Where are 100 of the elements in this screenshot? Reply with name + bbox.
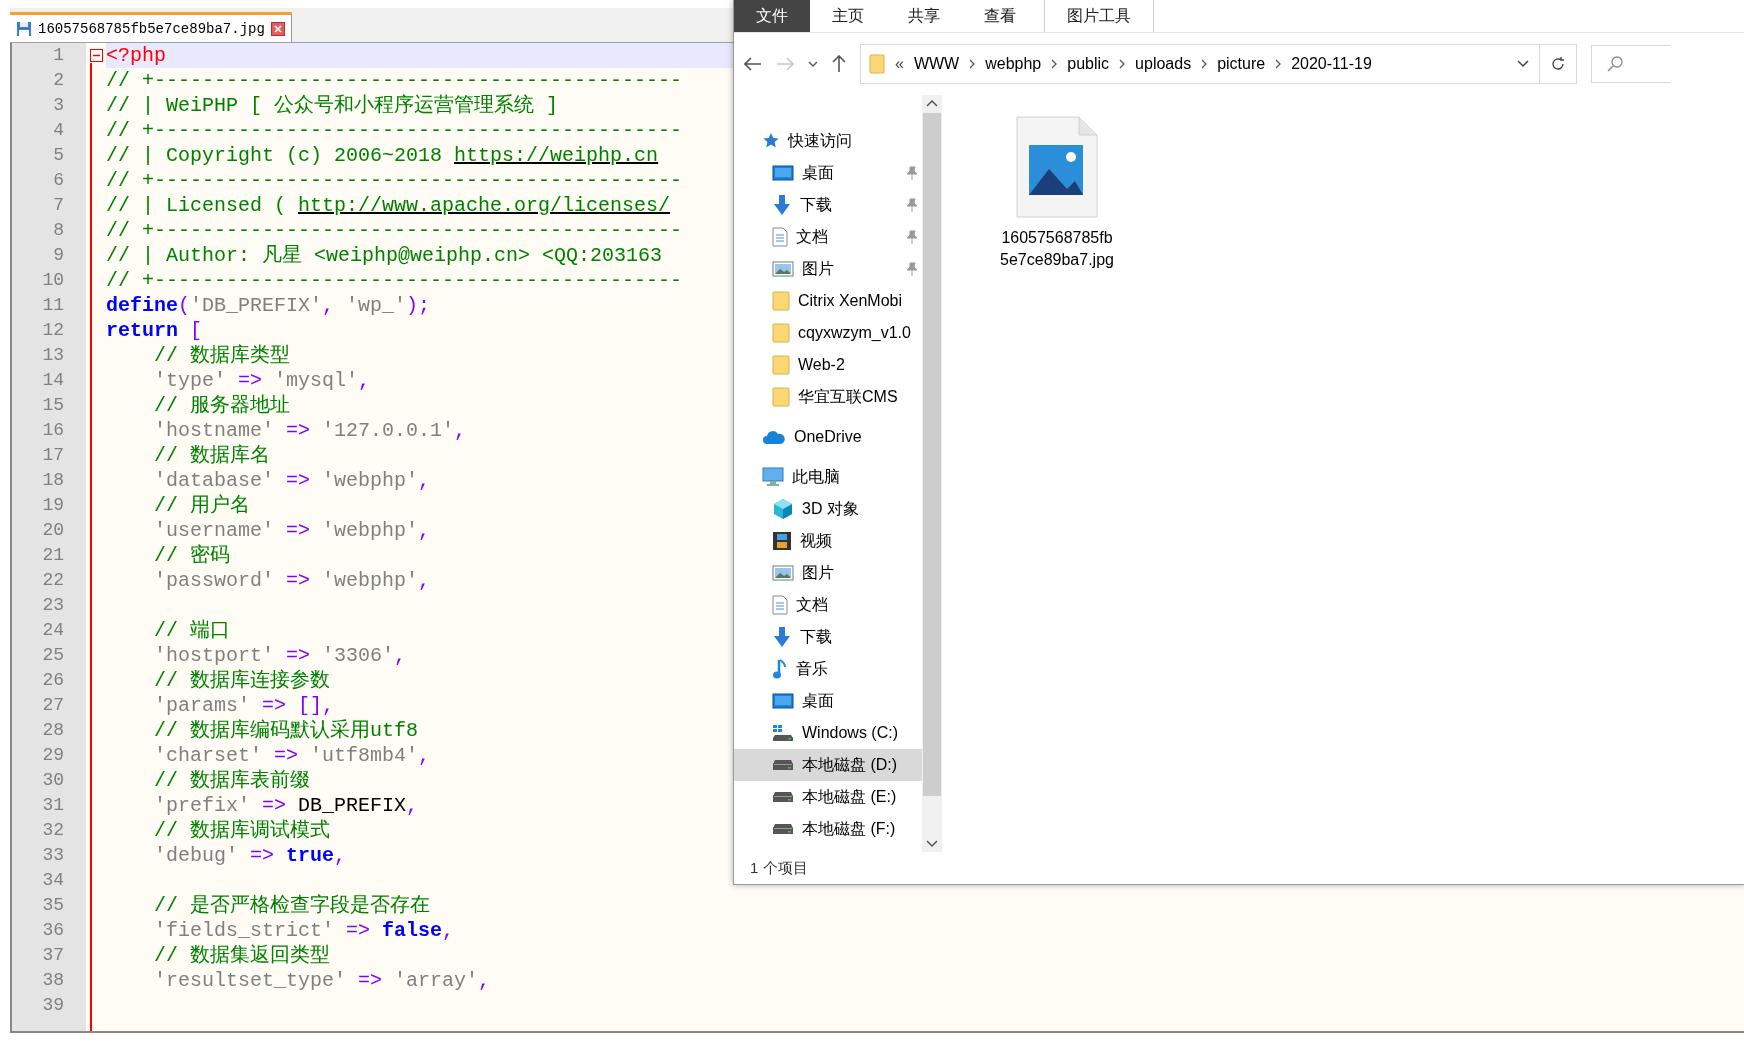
monitor-icon xyxy=(772,164,794,182)
chevron-right-icon[interactable] xyxy=(969,59,976,69)
nav-item[interactable]: 视频 xyxy=(734,525,922,557)
line-number: 37 xyxy=(41,944,65,967)
film-icon xyxy=(772,531,792,551)
scroll-down-icon[interactable] xyxy=(926,840,938,848)
line-number: 16 xyxy=(41,419,65,442)
close-icon[interactable] xyxy=(270,21,285,36)
line-number: 8 xyxy=(52,219,65,242)
chevron-right-icon[interactable] xyxy=(1275,59,1282,69)
line-number: 34 xyxy=(41,869,65,892)
nav-item[interactable]: 快速访问 xyxy=(734,125,922,157)
folder-icon xyxy=(869,54,885,74)
code-line: // 数据集返回类型 xyxy=(153,943,330,968)
picture-icon xyxy=(772,260,794,278)
code-line: // +-------------------------------------------- xyxy=(106,268,683,293)
overflow-chevrons[interactable]: « xyxy=(895,55,904,73)
nav-item[interactable]: 3D 对象 xyxy=(734,493,922,525)
search-icon[interactable] xyxy=(1606,55,1624,73)
code-line: 'debug' => true, xyxy=(153,843,347,868)
nav-item[interactable]: Citrix XenMobi xyxy=(734,285,922,317)
nav-item[interactable]: 音乐 xyxy=(734,653,922,685)
breadcrumb[interactable]: picture xyxy=(1217,55,1266,73)
nav-item[interactable]: 文档 xyxy=(734,221,922,253)
scrollbar[interactable] xyxy=(922,95,942,852)
refresh-icon[interactable] xyxy=(1550,56,1566,72)
line-number: 23 xyxy=(41,594,65,617)
line-number: 21 xyxy=(41,544,65,567)
ribbon-tab[interactable]: 文件 xyxy=(734,0,810,32)
address-bar[interactable]: « WWW webphp public uploads picture 2020-11-19 xyxy=(860,44,1540,84)
search-field[interactable] xyxy=(1591,45,1671,83)
nav-item[interactable]: 此电脑 xyxy=(734,461,922,493)
nav-item[interactable]: 图片 xyxy=(734,557,922,589)
image-file-icon[interactable] xyxy=(1015,115,1099,219)
code-line: // 服务器地址 xyxy=(153,393,290,418)
file-tab[interactable]: 16057568785fb5e7ce89ba7.jpg xyxy=(10,12,292,42)
nav-item[interactable]: 本地磁盘 (D:) xyxy=(734,749,922,781)
nav-item[interactable]: 下载 xyxy=(734,621,922,653)
line-number: 17 xyxy=(41,444,65,467)
breadcrumb[interactable]: uploads xyxy=(1135,55,1192,73)
line-number: 24 xyxy=(41,619,65,642)
line-number: 33 xyxy=(41,844,65,867)
nav-item[interactable]: 本地磁盘 (F:) xyxy=(734,813,922,845)
code-line: // 数据库表前缀 xyxy=(153,768,310,793)
nav-item[interactable]: 文档 xyxy=(734,589,922,621)
up-arrow-icon[interactable] xyxy=(832,55,846,73)
line-number: 12 xyxy=(41,319,65,342)
chevron-right-icon[interactable] xyxy=(1201,59,1208,69)
chevron-right-icon[interactable] xyxy=(1119,59,1126,69)
file-name[interactable]: 16057568785fb 5e7ce89ba7.jpg xyxy=(1000,227,1114,271)
computer-icon xyxy=(762,467,784,487)
nav-item[interactable]: 图片 xyxy=(734,253,922,285)
line-number: 18 xyxy=(41,469,65,492)
chevron-right-icon[interactable] xyxy=(1051,59,1058,69)
code-line: // +-------------------------------------------- xyxy=(106,218,683,243)
nav-item[interactable]: 桌面 xyxy=(734,685,922,717)
nav-item[interactable]: 本地磁盘 (E:) xyxy=(734,781,922,813)
line-number: 38 xyxy=(41,969,65,992)
code-line: // | Author: 凡星 <weiphp@weiphp.cn> <QQ:203163 xyxy=(106,243,663,268)
chevron-down-icon[interactable] xyxy=(808,61,818,67)
breadcrumb[interactable]: webphp xyxy=(985,55,1042,73)
ribbon-tab[interactable]: 共享 xyxy=(886,0,962,32)
drive-icon xyxy=(772,823,794,835)
fold-minus-icon[interactable] xyxy=(89,49,103,62)
line-number: 28 xyxy=(41,719,65,742)
download-arrow-icon xyxy=(772,626,792,648)
breadcrumb[interactable]: public xyxy=(1067,55,1110,73)
breadcrumb[interactable]: WWW xyxy=(913,55,960,73)
nav-item[interactable]: 桌面 xyxy=(734,157,922,189)
code-line: // +-------------------------------------------- xyxy=(106,68,683,93)
refresh-button[interactable] xyxy=(1540,44,1577,84)
code-line: 'hostname' => '127.0.0.1', xyxy=(153,418,467,443)
nav-item[interactable]: 华宜互联CMS xyxy=(734,381,922,413)
nav-item[interactable]: Windows (C:) xyxy=(734,717,922,749)
nav-item[interactable]: 下载 xyxy=(734,189,922,221)
music-note-icon xyxy=(772,658,788,680)
nav-item[interactable]: cqyxwzym_v1.0 xyxy=(734,317,922,349)
line-number: 19 xyxy=(41,494,65,517)
ribbon-tab[interactable]: 查看 xyxy=(962,0,1038,32)
folder-icon xyxy=(772,355,790,375)
line-number: 13 xyxy=(41,344,65,367)
back-arrow-icon[interactable] xyxy=(744,57,762,71)
ribbon-tab[interactable]: 图片工具 xyxy=(1044,0,1154,32)
nav-item[interactable]: OneDrive xyxy=(734,421,922,453)
line-number: 27 xyxy=(41,694,65,717)
nav-item[interactable]: Web-2 xyxy=(734,349,922,381)
chevron-down-icon[interactable] xyxy=(1517,60,1529,68)
line-number: 31 xyxy=(41,794,65,817)
line-number: 6 xyxy=(52,169,65,192)
line-number: 7 xyxy=(52,194,65,217)
line-number: 11 xyxy=(41,294,65,317)
star-icon xyxy=(762,132,780,150)
ribbon-tab[interactable]: 主页 xyxy=(810,0,886,32)
line-number: 30 xyxy=(41,769,65,792)
breadcrumb[interactable]: 2020-11-19 xyxy=(1291,55,1372,73)
code-line: 'type' => 'mysql', xyxy=(153,368,371,393)
line-number: 26 xyxy=(41,669,65,692)
code-line: 'username' => 'webphp', xyxy=(153,518,431,543)
document-icon xyxy=(772,595,788,615)
scroll-up-icon[interactable] xyxy=(926,99,938,107)
